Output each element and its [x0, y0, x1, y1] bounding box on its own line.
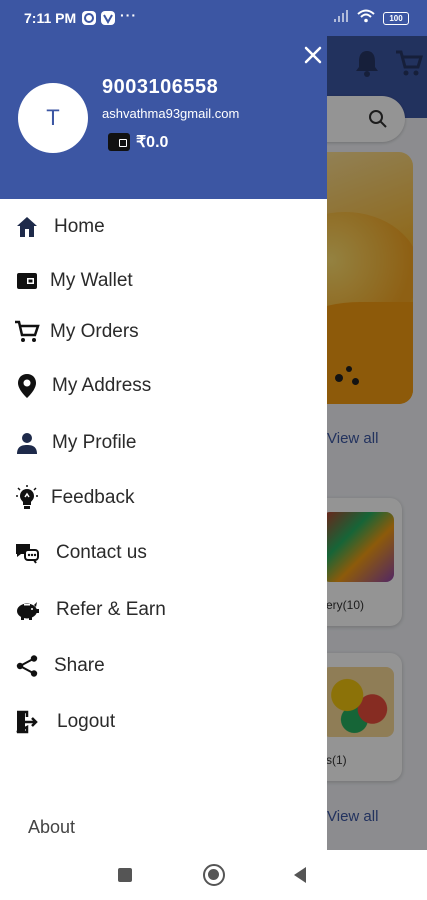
lightbulb-icon [14, 485, 40, 511]
menu-item-home[interactable]: Home [0, 205, 327, 249]
wallet-icon [108, 133, 130, 151]
piggy-bank-icon [14, 597, 40, 623]
close-icon [304, 46, 322, 64]
wifi-icon [357, 9, 375, 28]
menu-label: My Address [52, 375, 152, 396]
menu-label: Refer & Earn [56, 599, 166, 620]
wallet-icon [14, 268, 40, 294]
menu-label: Share [54, 655, 105, 676]
menu-label: Feedback [51, 487, 135, 508]
balance-amount: ₹0.0 [136, 134, 169, 151]
navigation-drawer: T 9003106558 ashvathma93gmail.com ₹0.0 H… [0, 36, 327, 850]
menu-label: My Orders [50, 321, 139, 342]
battery-icon: 100 [383, 11, 409, 25]
logout-icon [14, 709, 40, 735]
location-pin-icon [14, 373, 40, 399]
menu-item-my-address[interactable]: My Address [0, 364, 327, 408]
home-button[interactable] [203, 864, 225, 886]
menu-item-share[interactable]: Share [0, 644, 327, 688]
user-phone: 9003106558 [102, 76, 219, 98]
menu-item-contact-us[interactable]: Contact us [0, 531, 327, 575]
menu-label: My Wallet [50, 270, 133, 291]
chat-icon [14, 540, 40, 566]
vi-notification-icon [101, 11, 115, 25]
more-notifications-indicator: ··· [120, 7, 137, 23]
wallet-balance: ₹0.0 [108, 132, 168, 152]
menu-item-logout[interactable]: Logout [0, 700, 327, 744]
menu-item-refer-earn[interactable]: Refer & Earn [0, 588, 327, 632]
close-drawer-button[interactable] [302, 44, 324, 66]
signal-icon [333, 9, 349, 28]
menu-label: My Profile [52, 432, 137, 453]
whatsapp-notification-icon [82, 11, 96, 25]
home-icon [14, 214, 40, 240]
back-button[interactable] [294, 867, 306, 883]
status-bar: 7:11 PM ··· 100 [0, 0, 427, 36]
about-link[interactable]: About [28, 817, 75, 838]
status-indicators: 100 [333, 9, 409, 28]
system-navigation-bar [0, 850, 427, 900]
menu-item-my-profile[interactable]: My Profile [0, 421, 327, 465]
status-time: 7:11 PM [24, 10, 77, 26]
menu-item-feedback[interactable]: Feedback [0, 476, 327, 520]
drawer-header: T 9003106558 ashvathma93gmail.com ₹0.0 [0, 36, 327, 199]
person-icon [14, 430, 40, 456]
user-email: ashvathma93gmail.com [102, 106, 240, 121]
cart-icon [14, 319, 40, 345]
recents-button[interactable] [118, 868, 132, 882]
avatar[interactable]: T [18, 83, 88, 153]
menu-label: Home [54, 216, 105, 237]
menu-item-my-orders[interactable]: My Orders [0, 310, 327, 354]
menu-label: Logout [57, 711, 116, 732]
menu-label: Contact us [56, 542, 147, 563]
share-icon [14, 653, 40, 679]
menu-item-my-wallet[interactable]: My Wallet [0, 259, 327, 303]
